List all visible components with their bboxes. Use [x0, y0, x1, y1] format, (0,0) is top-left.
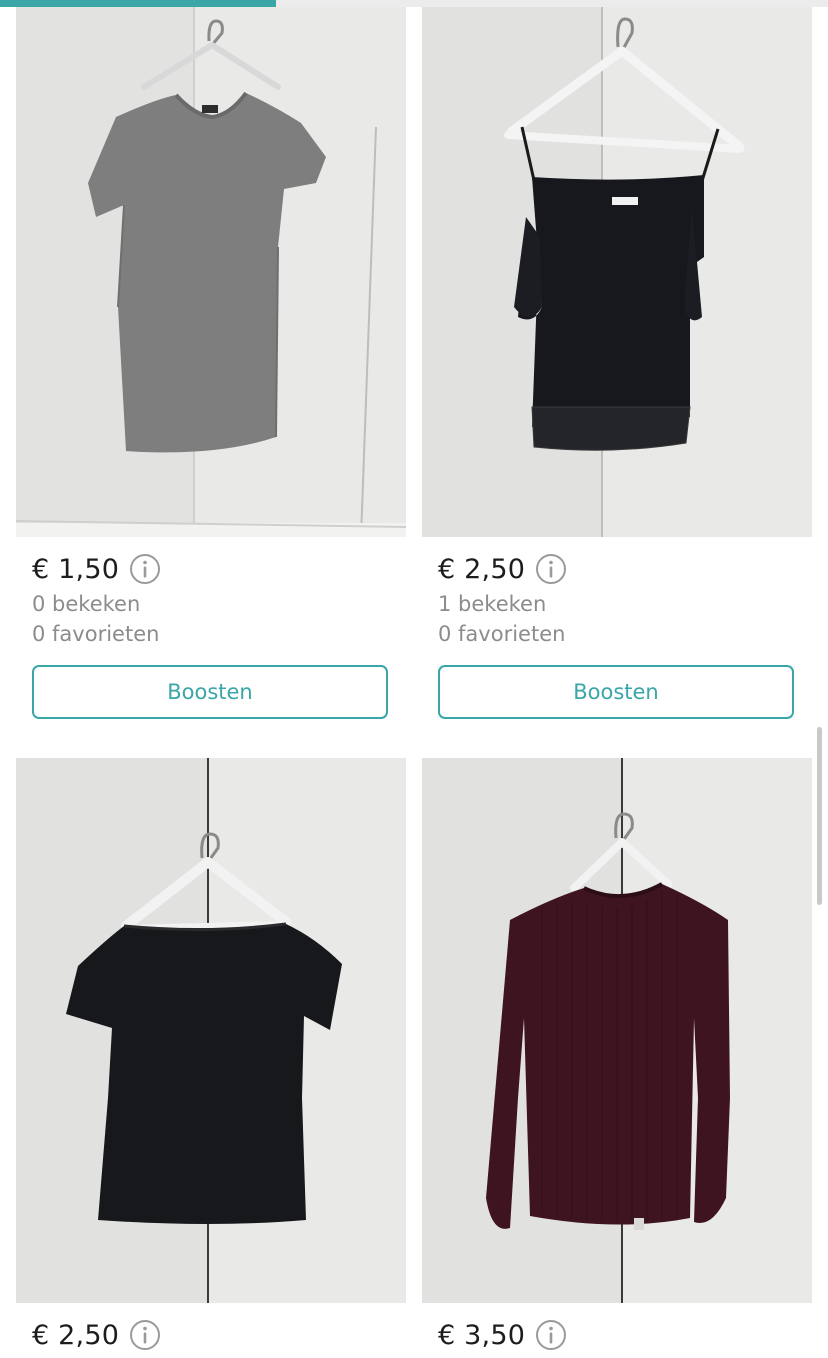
price-label: € 2,50	[32, 1319, 120, 1351]
info-icon[interactable]	[129, 1319, 161, 1351]
listing-card: € 1,50 0 bekeken 0 favorieten Boosten	[16, 7, 406, 719]
upload-progress-bar	[0, 0, 828, 7]
price-label: € 2,50	[438, 553, 526, 585]
listing-card: € 3,50	[422, 758, 812, 1355]
price-row: € 2,50	[438, 549, 812, 589]
favorites-count: 0 favorieten	[32, 622, 160, 646]
price-label: € 1,50	[32, 553, 120, 585]
listing-photo[interactable]	[422, 758, 812, 1303]
listing-photo[interactable]	[16, 758, 406, 1303]
listing-photo[interactable]	[16, 7, 406, 537]
boost-button[interactable]: Boosten	[32, 665, 388, 719]
listings-screen: € 1,50 0 bekeken 0 favorieten Boosten € …	[0, 0, 828, 1358]
upload-progress-fill	[0, 0, 276, 7]
price-row: € 1,50	[32, 549, 406, 589]
listing-card: € 2,50	[16, 758, 406, 1355]
scrollbar[interactable]	[817, 727, 822, 905]
price-row: € 2,50	[32, 1315, 406, 1355]
views-count: 1 bekeken	[438, 592, 547, 616]
boost-button[interactable]: Boosten	[438, 665, 794, 719]
listing-photo[interactable]	[422, 7, 812, 537]
price-label: € 3,50	[438, 1319, 526, 1351]
info-icon[interactable]	[535, 1319, 567, 1351]
info-icon[interactable]	[129, 553, 161, 585]
price-row: € 3,50	[438, 1315, 812, 1355]
info-icon[interactable]	[535, 553, 567, 585]
views-count: 0 bekeken	[32, 592, 141, 616]
favorites-count: 0 favorieten	[438, 622, 566, 646]
listing-card: € 2,50 1 bekeken 0 favorieten Boosten	[422, 7, 812, 719]
